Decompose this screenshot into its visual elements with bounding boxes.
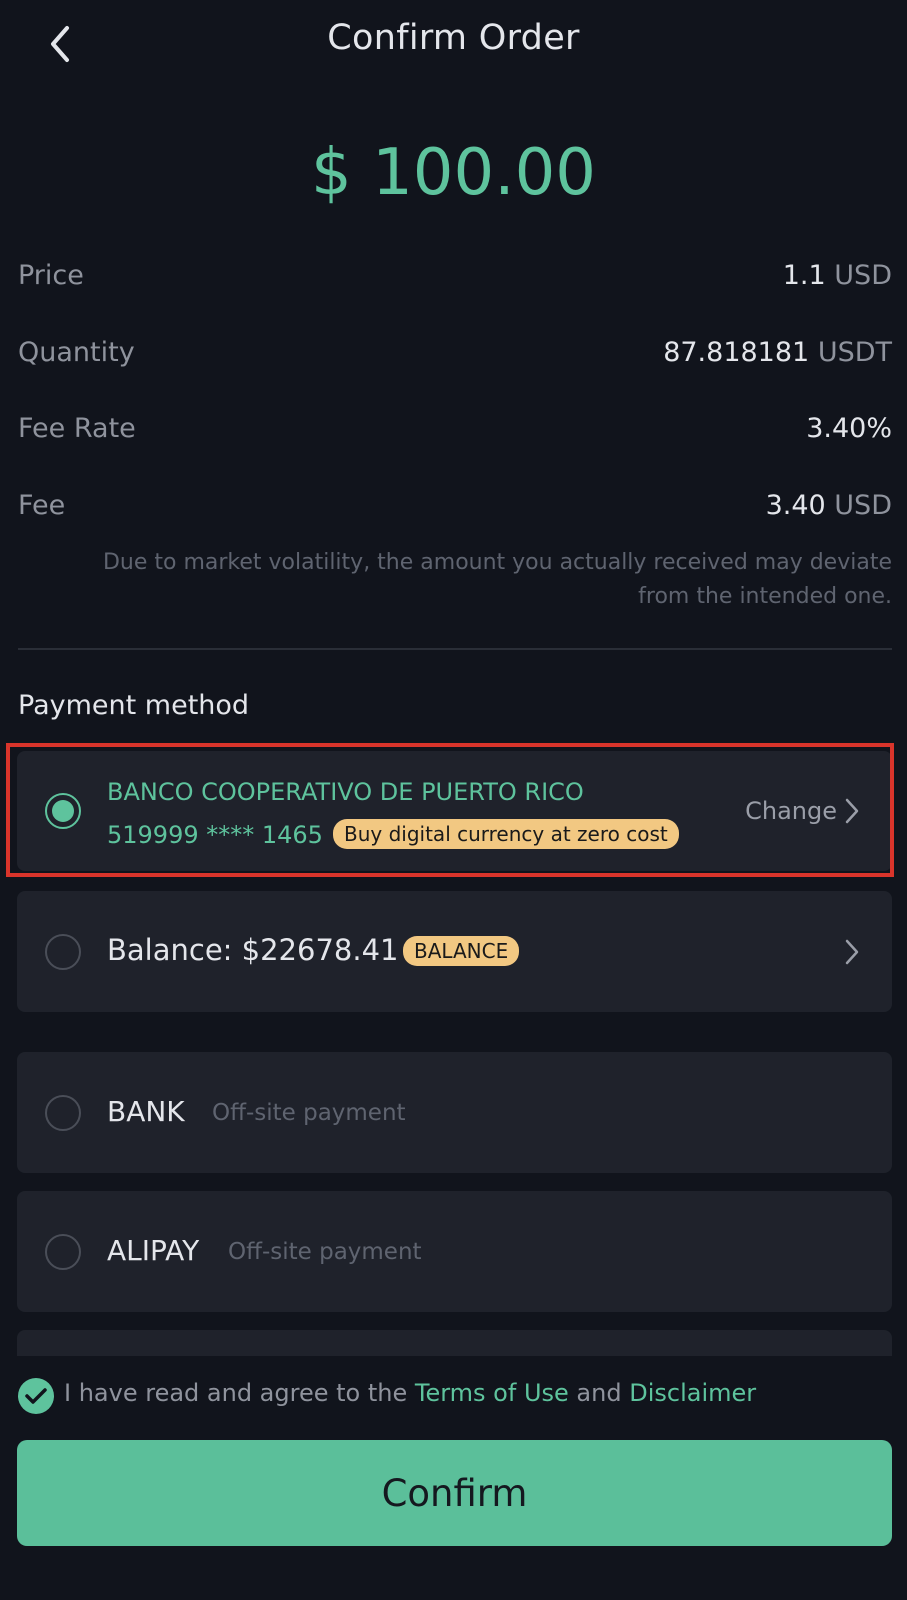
quantity-label: Quantity <box>18 336 135 368</box>
note-line-1: Due to market volatility, the amount you… <box>102 550 892 575</box>
payment-option-alipay[interactable]: ALIPAY Off-site payment <box>17 1191 892 1312</box>
fee-rate-label: Fee Rate <box>18 412 136 444</box>
chevron-right-icon[interactable] <box>842 937 862 967</box>
quantity-unit: USDT <box>817 336 892 368</box>
fee-label: Fee <box>18 489 66 521</box>
radio-unselected[interactable] <box>45 934 81 970</box>
zero-cost-badge: Buy digital currency at zero cost <box>333 819 679 849</box>
radio-unselected[interactable] <box>45 1234 81 1270</box>
volatility-note: Due to market volatility, the amount you… <box>52 546 892 614</box>
fee-value: 3.40 <box>765 489 826 521</box>
balance-label: Balance: $22678.41 <box>107 933 399 967</box>
agreement-text: I have read and agree to the Terms of Us… <box>64 1379 756 1407</box>
price-row: Price 1.1 USD <box>18 250 892 300</box>
terms-link[interactable]: Terms of Use <box>415 1379 569 1407</box>
quantity-value: 87.818181 <box>663 336 810 368</box>
fee-rate-value: 3.40% <box>806 412 892 444</box>
agreement-prefix: I have read and agree to the <box>64 1379 408 1407</box>
fee-rate-row: Fee Rate 3.40% <box>18 403 892 453</box>
agree-checkbox[interactable] <box>18 1378 54 1414</box>
payment-option-partial[interactable] <box>17 1330 892 1356</box>
change-link[interactable]: Change <box>745 797 837 825</box>
price-label: Price <box>18 259 84 291</box>
payment-option-bank[interactable]: BANK Off-site payment <box>17 1052 892 1173</box>
method-name: BANK <box>107 1095 185 1128</box>
fee-unit: USD <box>834 489 892 521</box>
payment-method-title: Payment method <box>18 690 250 721</box>
payment-option-balance[interactable]: Balance: $22678.41 BALANCE <box>17 891 892 1012</box>
check-icon <box>25 1388 47 1404</box>
bank-name: BANCO COOPERATIVO DE PUERTO RICO <box>107 778 584 806</box>
price-unit: USD <box>834 259 892 291</box>
balance-badge: BALANCE <box>403 936 520 966</box>
method-sub: Off-site payment <box>228 1239 422 1265</box>
radio-selected[interactable] <box>45 793 81 829</box>
quantity-row: Quantity 87.818181 USDT <box>18 327 892 377</box>
method-name: ALIPAY <box>107 1234 200 1267</box>
price-value: 1.1 <box>782 259 826 291</box>
chevron-right-icon[interactable] <box>842 796 862 826</box>
order-amount: $ 100.00 <box>311 136 596 210</box>
confirm-button[interactable]: Confirm <box>17 1440 892 1546</box>
card-number: 519999 **** 1465 <box>107 821 323 849</box>
divider <box>18 648 892 650</box>
agreement-and: and <box>576 1379 622 1407</box>
disclaimer-link[interactable]: Disclaimer <box>629 1379 756 1407</box>
note-line-2: from the intended one. <box>638 584 892 609</box>
fee-row: Fee 3.40 USD <box>18 480 892 530</box>
page-title: Confirm Order <box>327 18 580 58</box>
payment-option-card[interactable]: BANCO COOPERATIVO DE PUERTO RICO 519999 … <box>17 751 892 871</box>
method-sub: Off-site payment <box>212 1100 406 1126</box>
radio-unselected[interactable] <box>45 1095 81 1131</box>
